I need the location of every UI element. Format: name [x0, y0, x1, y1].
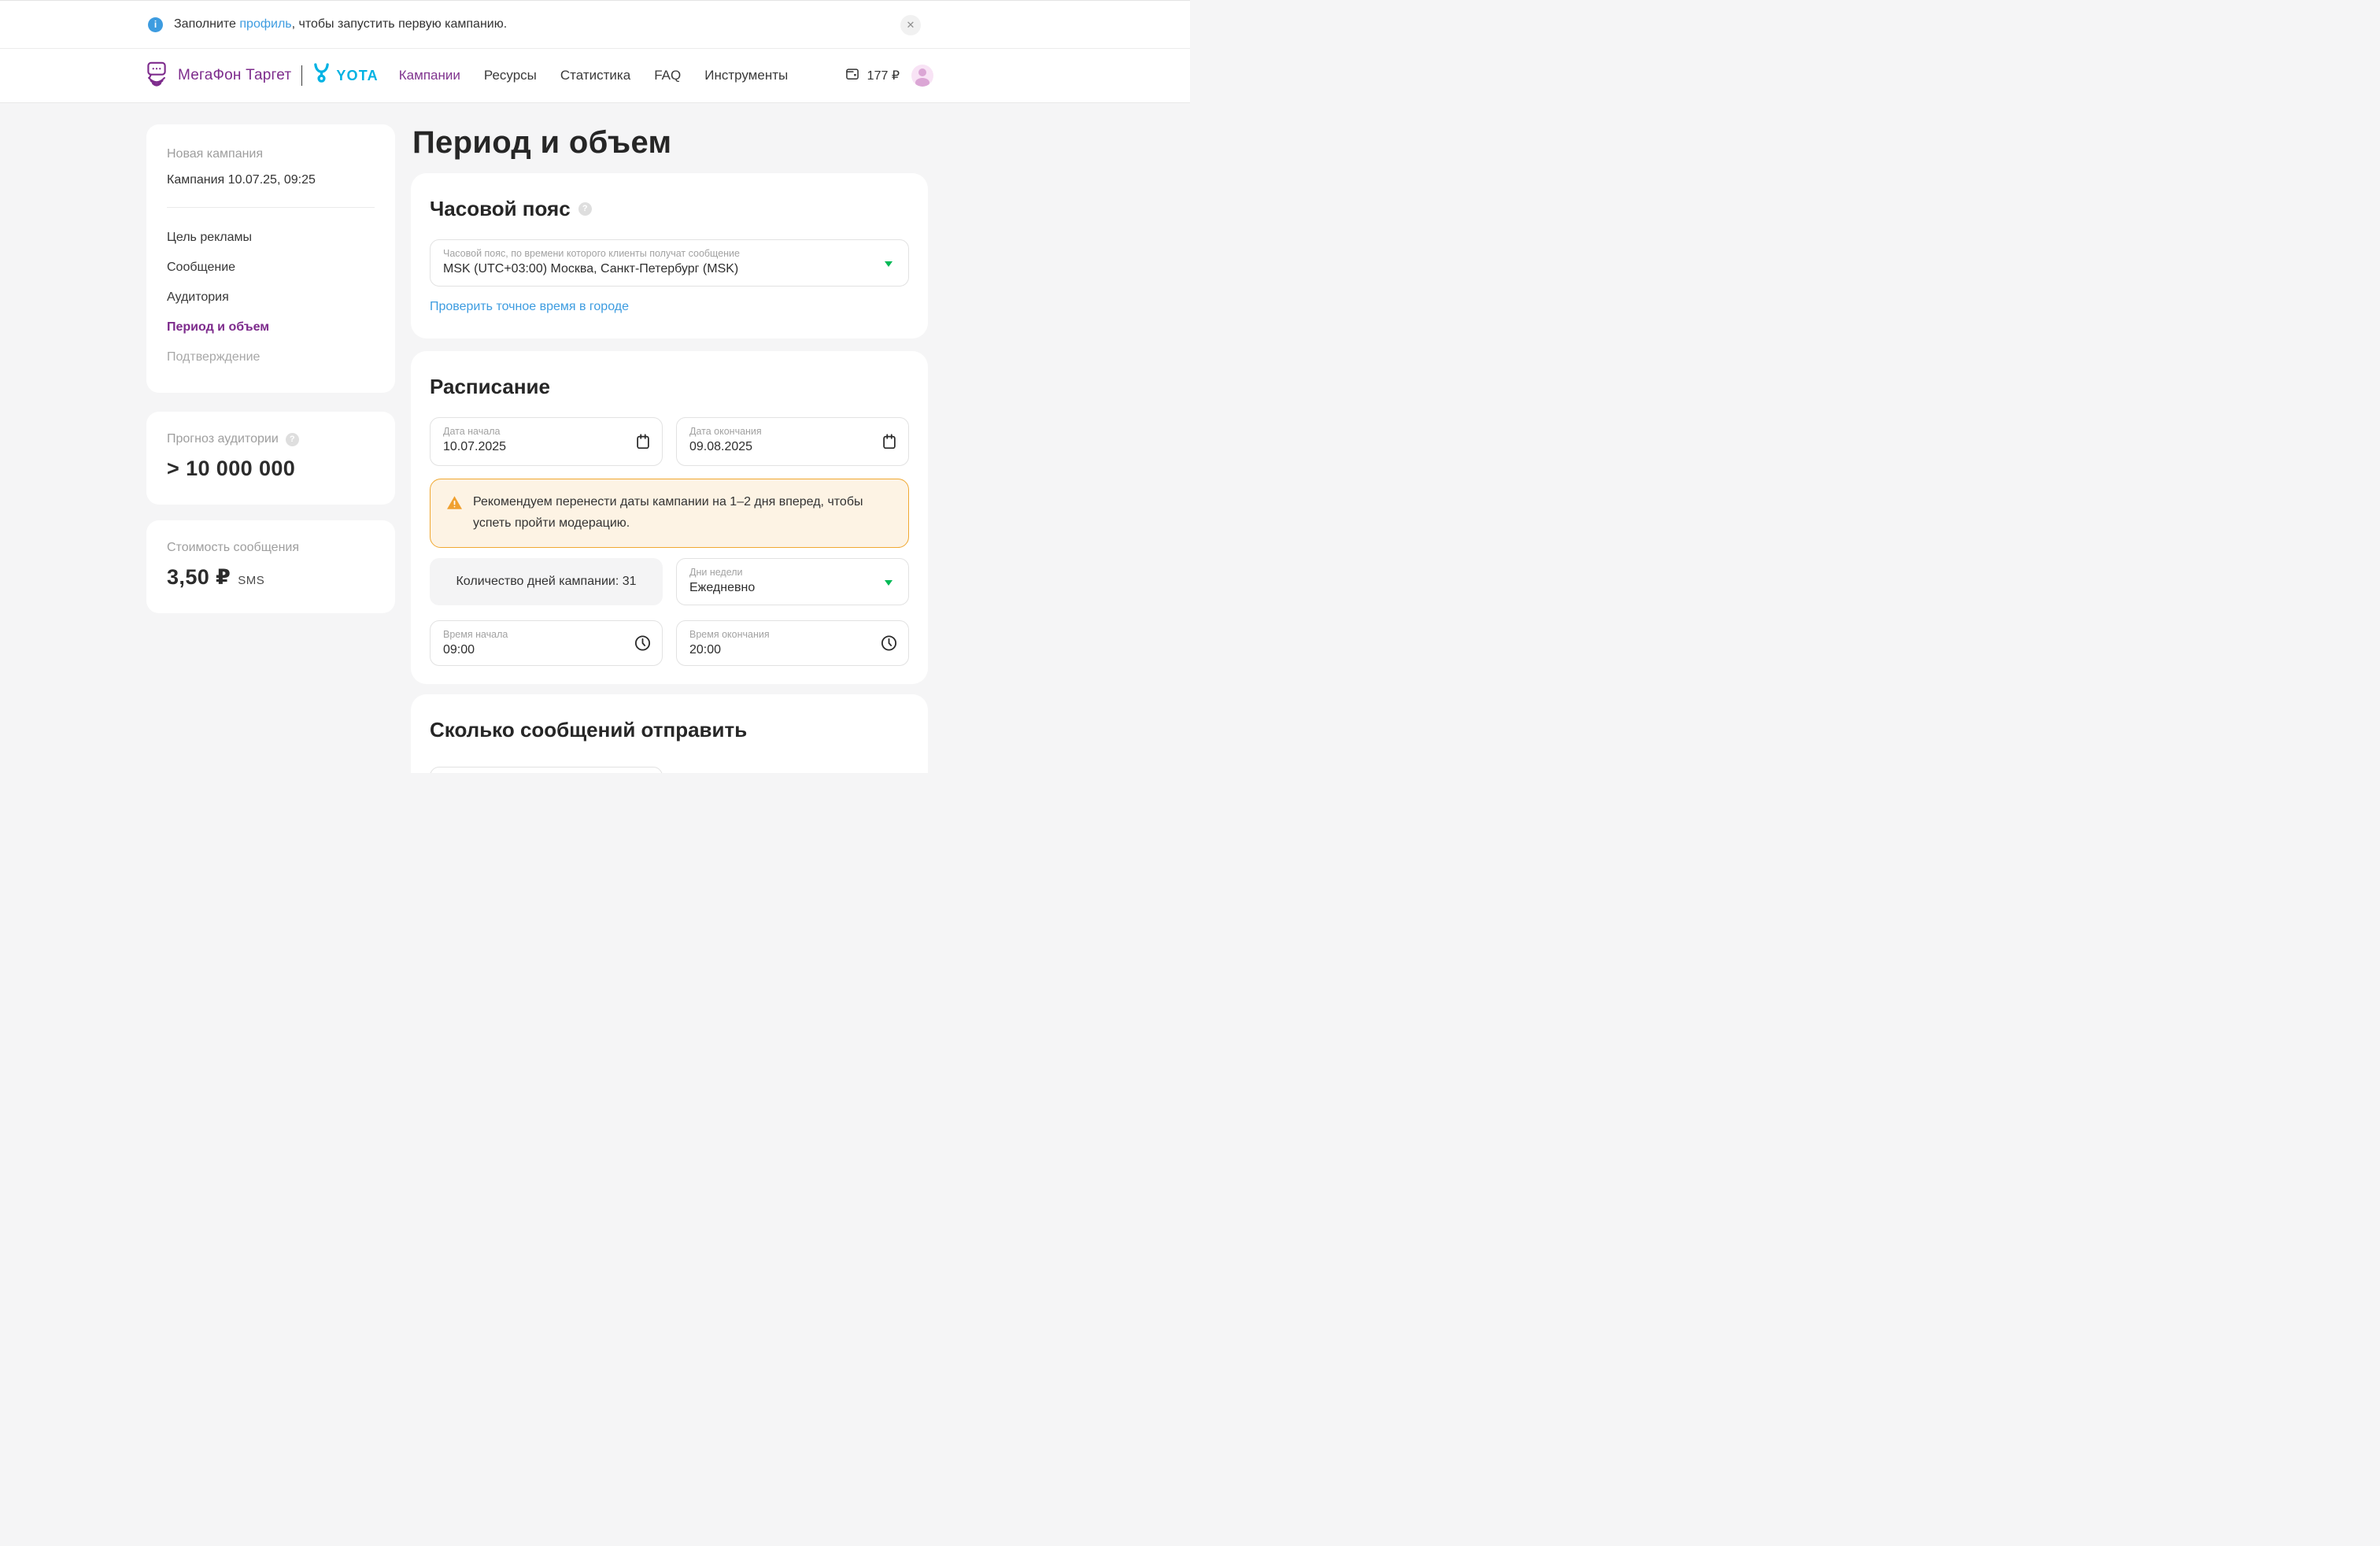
- brand-name: МегаФон Таргет: [178, 67, 291, 84]
- start-time-label: Время начала: [443, 629, 649, 640]
- step-audience[interactable]: Аудитория: [167, 283, 375, 313]
- message-cost-card: Стоимость сообщения 3,50 ₽ SMS: [146, 520, 395, 613]
- step-message[interactable]: Сообщение: [167, 253, 375, 283]
- cost-unit: SMS: [238, 574, 264, 587]
- end-time-field[interactable]: Время окончания 20:00: [676, 620, 909, 666]
- start-time-field[interactable]: Время начала 09:00: [430, 620, 663, 666]
- timezone-card: Часовой пояс ? Часовой пояс, по времени …: [411, 173, 928, 338]
- message-volume-card: Сколько сообщений отправить: [411, 694, 928, 773]
- wallet-icon: [844, 66, 860, 86]
- balance-button[interactable]: 177 ₽: [844, 66, 900, 86]
- profile-link[interactable]: профиль: [239, 17, 291, 31]
- campaign-name: Кампания 10.07.25, 09:25: [167, 173, 375, 187]
- nav-campaigns[interactable]: Кампании: [399, 68, 460, 83]
- cost-label: Стоимость сообщения: [167, 541, 299, 555]
- weekdays-label: Дни недели: [689, 567, 896, 578]
- schedule-card: Расписание Дата начала 10.07.2025: [411, 351, 928, 684]
- forecast-value: > 10 000 000: [167, 457, 375, 481]
- clock-icon: [880, 634, 898, 652]
- timezone-select-value: MSK (UTC+03:00) Москва, Санкт-Петербург …: [443, 262, 896, 276]
- campaign-sidebar: Новая кампания Кампания 10.07.25, 09:25 …: [146, 124, 395, 613]
- campaign-days-count: Количество дней кампании: 31: [430, 558, 663, 605]
- audience-forecast-card: Прогноз аудитории ? > 10 000 000: [146, 412, 395, 505]
- moderation-warning: Рекомендуем перенести даты кампании на 1…: [430, 479, 909, 548]
- megafon-target-logo[interactable]: МегаФон Таргет: [143, 61, 291, 91]
- end-date-label: Дата окончания: [689, 426, 896, 437]
- campaign-section-label: Новая кампания: [167, 147, 375, 161]
- steps-list: Цель рекламы Сообщение Аудитория Период …: [167, 223, 375, 372]
- page-title: Период и объем: [412, 124, 928, 161]
- timezone-select[interactable]: Часовой пояс, по времени которого клиент…: [430, 239, 909, 287]
- divider: [167, 207, 375, 208]
- schedule-heading: Расписание: [430, 375, 550, 399]
- nav-faq[interactable]: FAQ: [654, 68, 681, 83]
- weekdays-select[interactable]: Дни недели Ежедневно: [676, 558, 909, 605]
- forecast-label: Прогноз аудитории: [167, 432, 279, 446]
- calendar-icon: [634, 433, 652, 450]
- end-time-label: Время окончания: [689, 629, 896, 640]
- start-date-value: 10.07.2025: [443, 440, 649, 454]
- chevron-down-icon: [885, 261, 893, 267]
- weekdays-value: Ежедневно: [689, 581, 896, 595]
- avatar[interactable]: [911, 65, 933, 87]
- nav-tools[interactable]: Инструменты: [704, 68, 788, 83]
- yota-logo[interactable]: YOTA: [312, 63, 378, 88]
- close-banner-button[interactable]: ✕: [900, 15, 921, 35]
- main-content: Период и объем Часовой пояс ? Часовой по…: [411, 124, 928, 773]
- end-date-field[interactable]: Дата окончания 09.08.2025: [676, 417, 909, 466]
- banner-message: i Заполните профиль, чтобы запустить пер…: [148, 17, 507, 32]
- cost-value: 3,50 ₽: [167, 565, 231, 590]
- step-goal[interactable]: Цель рекламы: [167, 223, 375, 253]
- campaign-steps-card: Новая кампания Кампания 10.07.25, 09:25 …: [146, 124, 395, 393]
- info-icon: i: [148, 17, 163, 32]
- nav-statistics[interactable]: Статистика: [560, 68, 630, 83]
- main-nav: Кампании Ресурсы Статистика FAQ Инструме…: [399, 68, 788, 83]
- yota-wordmark: YOTA: [336, 68, 378, 84]
- calendar-icon: [881, 433, 898, 450]
- nav-resources[interactable]: Ресурсы: [484, 68, 537, 83]
- balance-value: 177 ₽: [867, 68, 900, 83]
- warning-text: Рекомендуем перенести даты кампании на 1…: [473, 492, 893, 534]
- start-date-field[interactable]: Дата начала 10.07.2025: [430, 417, 663, 466]
- step-period-volume[interactable]: Период и объем: [167, 313, 375, 342]
- forecast-help-icon[interactable]: ?: [286, 433, 299, 446]
- start-date-label: Дата начала: [443, 426, 649, 437]
- step-confirmation: Подтверждение: [167, 342, 375, 372]
- start-time-value: 09:00: [443, 643, 649, 657]
- check-city-time-link[interactable]: Проверить точное время в городе: [430, 300, 629, 314]
- notification-banner: i Заполните профиль, чтобы запустить пер…: [0, 0, 1190, 49]
- timezone-help-icon[interactable]: ?: [578, 202, 592, 216]
- banner-text: Заполните профиль, чтобы запустить перву…: [174, 17, 507, 31]
- brand-divider: [301, 65, 302, 86]
- header: МегаФон Таргет YOTA Кампании Ресурсы Ста…: [0, 49, 1190, 102]
- chevron-down-icon: [885, 580, 893, 586]
- end-time-value: 20:00: [689, 643, 896, 657]
- timezone-heading: Часовой пояс: [430, 197, 571, 221]
- yota-logo-icon: [312, 63, 331, 88]
- warning-icon: [446, 495, 463, 534]
- timezone-select-label: Часовой пояс, по времени которого клиент…: [443, 248, 896, 259]
- message-volume-field[interactable]: [430, 767, 663, 773]
- clock-icon: [634, 634, 652, 652]
- page: i Заполните профиль, чтобы запустить пер…: [0, 0, 1190, 773]
- end-date-value: 09.08.2025: [689, 440, 896, 454]
- volume-heading: Сколько сообщений отправить: [430, 718, 747, 742]
- megafon-logo-icon: [143, 61, 170, 91]
